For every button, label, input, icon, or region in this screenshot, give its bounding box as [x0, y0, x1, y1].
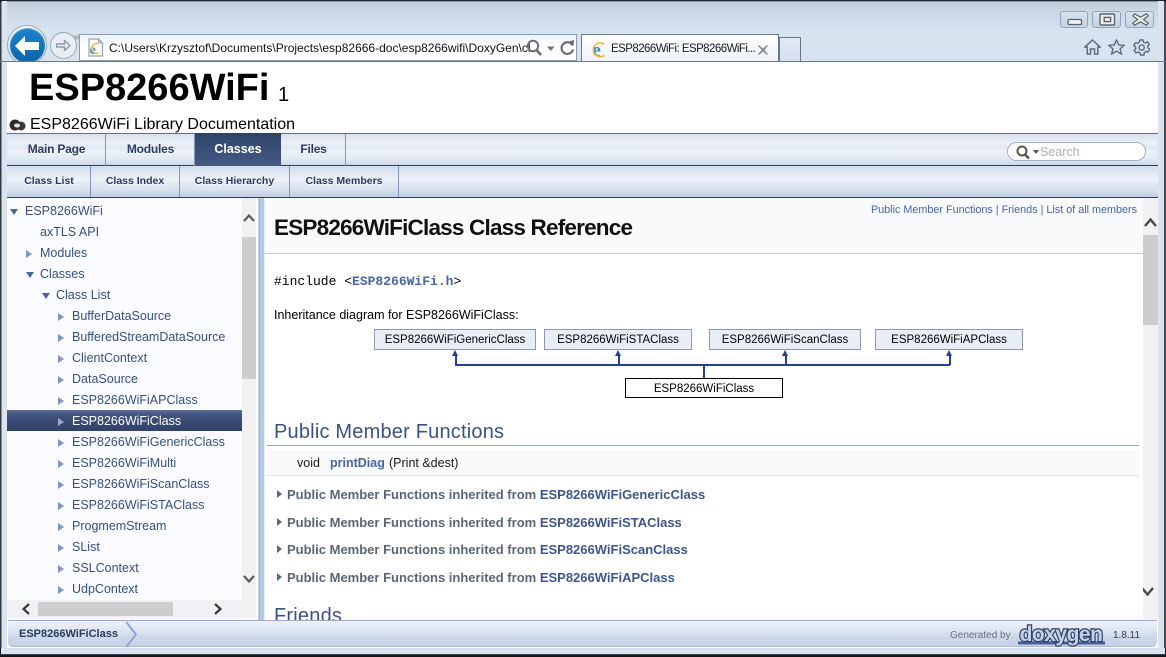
svg-text:doxygen: doxygen [1020, 623, 1103, 646]
